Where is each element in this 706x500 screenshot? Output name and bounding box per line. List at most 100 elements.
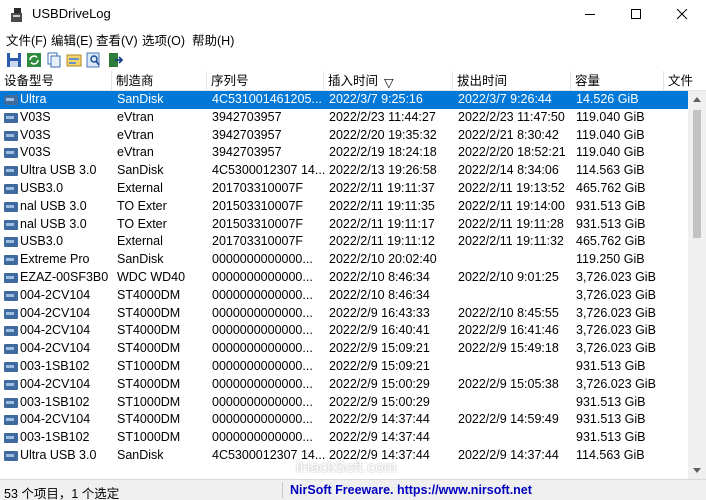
exit-button[interactable]	[106, 51, 124, 69]
cell-manufacturer: SanDisk	[117, 447, 164, 462]
cell-serial: 0000000000000...	[212, 394, 313, 409]
table-row[interactable]: V03S eVtran 3942703957 2022/2/20 19:35:32 20…	[0, 127, 688, 145]
scroll-down-icon	[693, 468, 701, 473]
refresh-button[interactable]	[25, 51, 43, 69]
column-header-serial[interactable]: 序列号	[207, 71, 324, 91]
table-row[interactable]: nal USB 3.0 TO Exter 201503310007F 2022/2/1…	[0, 198, 688, 216]
table-row[interactable]: USB3.0 External 201703310007F 2022/2/11 19:…	[0, 180, 688, 198]
status-item-count: 53 个项目，1 个选定	[4, 487, 120, 500]
nirsoft-link[interactable]: NirSoft Freeware. https://www.nirsoft.ne…	[290, 483, 532, 497]
save-button[interactable]	[5, 51, 23, 69]
cell-plug-in-time: 2022/2/9 15:00:29	[329, 376, 430, 391]
table-row[interactable]: 003-1SB102 ST1000DM 0000000000000... 2022/2…	[0, 394, 688, 412]
table-row[interactable]: 004-2CV104 ST4000DM 0000000000000... 2022/2…	[0, 322, 688, 340]
cell-plug-in-time: 2022/2/9 14:37:44	[329, 412, 430, 427]
cell-capacity: 3,726.023 GiB	[576, 323, 656, 338]
table-row[interactable]: nal USB 3.0 TO Exter 201503310007F 2022/2/1…	[0, 216, 688, 234]
cell-plug-in-time: 2022/2/11 19:11:37	[329, 180, 435, 195]
cell-unplug-time: 2022/2/11 19:13:52	[458, 180, 565, 195]
table-row[interactable]: USB3.0 External 201703310007F 2022/2/11 19:…	[0, 233, 688, 251]
minimize-button[interactable]	[567, 0, 613, 29]
column-header-capacity[interactable]: 容量	[571, 71, 664, 91]
table-row[interactable]: V03S eVtran 3942703957 2022/2/19 18:24:18 20…	[0, 144, 688, 162]
cell-plug-in-time: 2022/2/11 19:11:35	[329, 198, 435, 213]
cell-unplug-time: 2022/2/11 19:14:00	[458, 198, 565, 213]
cell-plug-in-time: 2022/3/7 9:25:16	[329, 92, 423, 106]
cell-unplug-time	[458, 287, 574, 305]
column-header-file[interactable]: 文件	[664, 71, 706, 91]
column-header-unplug-time[interactable]: 拔出时间	[453, 71, 571, 91]
table-row[interactable]: V03S eVtran 3942703957 2022/2/23 11:44:27 20…	[0, 109, 688, 127]
cell-manufacturer: ST1000DM	[117, 394, 181, 409]
find-button[interactable]	[85, 51, 103, 69]
table-row[interactable]: EZAZ-00SF3B0 WDC WD40 0000000000000... 2022…	[0, 269, 688, 287]
window-title: USBDriveLog	[32, 6, 111, 21]
cell-manufacturer: WDC WD40	[117, 269, 186, 284]
cell-serial: 201703310007F	[212, 180, 304, 195]
cell-manufacturer: eVtran	[117, 109, 154, 124]
menu-options[interactable]: 选项(O)	[142, 30, 185, 49]
table-row[interactable]: Ultra USB 3.0 SanDisk 4C5300012307 14... 20…	[0, 162, 688, 180]
close-button[interactable]	[659, 0, 705, 29]
cell-plug-in-time: 2022/2/19 18:24:18	[329, 145, 437, 160]
table-row[interactable]: 004-2CV104 ST4000DM 0000000000000... 2022/2…	[0, 287, 688, 305]
cell-unplug-time	[458, 394, 574, 412]
menu-view[interactable]: 查看(V)	[96, 30, 138, 49]
exit-icon	[109, 53, 123, 67]
copy-button[interactable]	[45, 51, 63, 69]
find-icon	[86, 52, 100, 68]
cell-capacity: 465.762 GiB	[576, 180, 646, 195]
table-row[interactable]: Ultra SanDisk 4C531001461205... 2022/3/7 9:…	[0, 91, 688, 109]
table-row[interactable]: 004-2CV104 ST4000DM 0000000000000... 2022/2…	[0, 305, 688, 323]
drive-icon	[4, 255, 18, 266]
drive-icon	[4, 148, 18, 159]
sort-descending-icon: ▽	[384, 76, 394, 90]
scrollbar-thumb[interactable]	[693, 110, 701, 238]
cell-model: USB3.0	[20, 234, 64, 249]
drive-icon	[4, 450, 18, 461]
scroll-up-button[interactable]	[688, 91, 706, 108]
cell-capacity: 119.040 GiB	[576, 145, 645, 160]
menu-file[interactable]: 文件(F)	[6, 30, 47, 49]
cell-capacity: 465.762 GiB	[576, 234, 646, 249]
cell-plug-in-time: 2022/2/11 19:11:12	[329, 234, 435, 249]
maximize-button[interactable]	[613, 0, 659, 29]
menu-help[interactable]: 帮助(H)	[192, 30, 234, 49]
cell-plug-in-time: 2022/2/13 19:26:58	[329, 163, 437, 178]
column-header-manufacturer[interactable]: 制造商	[112, 71, 207, 91]
table-row[interactable]: 004-2CV104 ST4000DM 0000000000000... 2022/2…	[0, 340, 688, 358]
cell-unplug-time: 2022/2/23 11:47:50	[458, 109, 565, 124]
maximize-icon	[630, 9, 641, 19]
menu-edit[interactable]: 编辑(E)	[51, 30, 93, 49]
cell-manufacturer: ST4000DM	[117, 412, 181, 427]
cell-serial: 0000000000000...	[212, 430, 313, 445]
drive-log-list[interactable]: 设备型号 制造商 序列号 插入时间 ▽ 拔出时间 容量 文件 Ultra SanD…	[0, 71, 706, 479]
column-header-model[interactable]: 设备型号	[0, 71, 112, 91]
cell-model: Extreme Pro	[20, 252, 90, 267]
cell-model: nal USB 3.0	[20, 198, 87, 213]
cell-serial: 0000000000000...	[212, 412, 313, 427]
table-row[interactable]: 004-2CV104 ST4000DM 0000000000000... 2022/2…	[0, 376, 688, 394]
copy-icon	[47, 52, 61, 68]
cell-capacity: 3,726.023 GiB	[576, 305, 656, 320]
vertical-scrollbar[interactable]	[688, 91, 706, 479]
refresh-icon	[27, 53, 41, 67]
cell-manufacturer: External	[117, 180, 163, 195]
scroll-down-button[interactable]	[688, 462, 706, 479]
cell-plug-in-time: 2022/2/10 20:02:40	[329, 252, 437, 267]
cell-unplug-time: 2022/2/14 8:34:06	[458, 163, 559, 178]
cell-capacity: 119.040 GiB	[576, 109, 645, 124]
table-row[interactable]: 003-1SB102 ST1000DM 0000000000000... 2022/2…	[0, 429, 688, 447]
cell-unplug-time: 2022/3/7 9:26:44	[458, 92, 552, 106]
cell-plug-in-time: 2022/2/20 19:35:32	[329, 127, 437, 142]
cell-manufacturer: SanDisk	[117, 92, 164, 106]
cell-manufacturer: ST4000DM	[117, 376, 181, 391]
table-row[interactable]: 004-2CV104 ST4000DM 0000000000000... 2022/2…	[0, 411, 688, 429]
cell-serial: 3942703957	[212, 109, 282, 124]
properties-button[interactable]	[65, 51, 83, 69]
drive-icon	[4, 219, 18, 230]
table-row[interactable]: 003-1SB102 ST1000DM 0000000000000... 2022/2…	[0, 358, 688, 376]
cell-unplug-time: 2022/2/11 19:11:28	[458, 216, 564, 231]
status-bar: 53 个项目，1 个选定 NirSoft Freeware. https://w…	[0, 479, 706, 500]
table-row[interactable]: Extreme Pro SanDisk 0000000000000... 2022/2…	[0, 251, 688, 269]
